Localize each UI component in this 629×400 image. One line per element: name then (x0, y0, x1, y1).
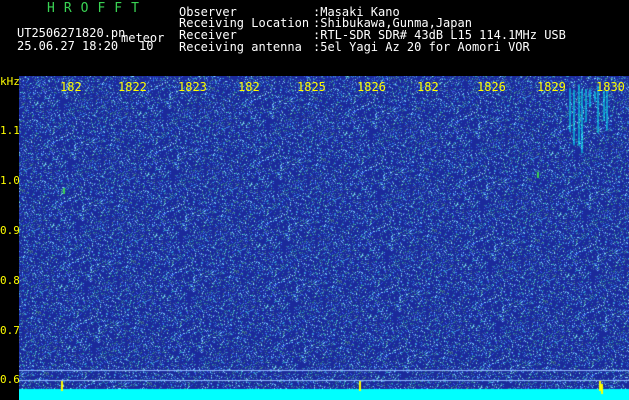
y-unit-label: kHz (0, 75, 20, 88)
y-tick-label: 0.9 (0, 224, 20, 237)
x-tick-label: 182 (238, 80, 260, 94)
y-tick-label: 1.1 (0, 124, 20, 137)
y-tick-label: 0.6 (0, 373, 20, 386)
x-tick-label: 1822 (118, 80, 147, 94)
meta-antenna: Receiving antenna:5el Yagi Az 20 for Aom… (179, 40, 530, 54)
spectrogram-canvas (19, 76, 629, 400)
x-tick-label: 1830 (596, 80, 625, 94)
x-tick-label: 182 (417, 80, 439, 94)
x-tick-label: 1823 (178, 80, 207, 94)
datetime: 25.06.27 18:20 (17, 39, 119, 53)
x-tick-label: 1826 (477, 80, 506, 94)
count: 10 (139, 39, 154, 53)
app-title: HROFFT (47, 1, 148, 16)
y-axis: kHz 1.1 1.0 0.9 0.8 0.7 0.6 (0, 75, 20, 400)
y-tick-label: 0.8 (0, 274, 20, 287)
x-tick-label: 1825 (297, 80, 326, 94)
y-tick-label: 0.7 (0, 324, 20, 337)
x-tick-label: 1826 (357, 80, 386, 94)
y-tick-label: 1.0 (0, 174, 20, 187)
x-tick-label: 1829 (537, 80, 566, 94)
x-tick-label: 182 (60, 80, 82, 94)
filename: UT2506271820.pn (17, 26, 126, 40)
